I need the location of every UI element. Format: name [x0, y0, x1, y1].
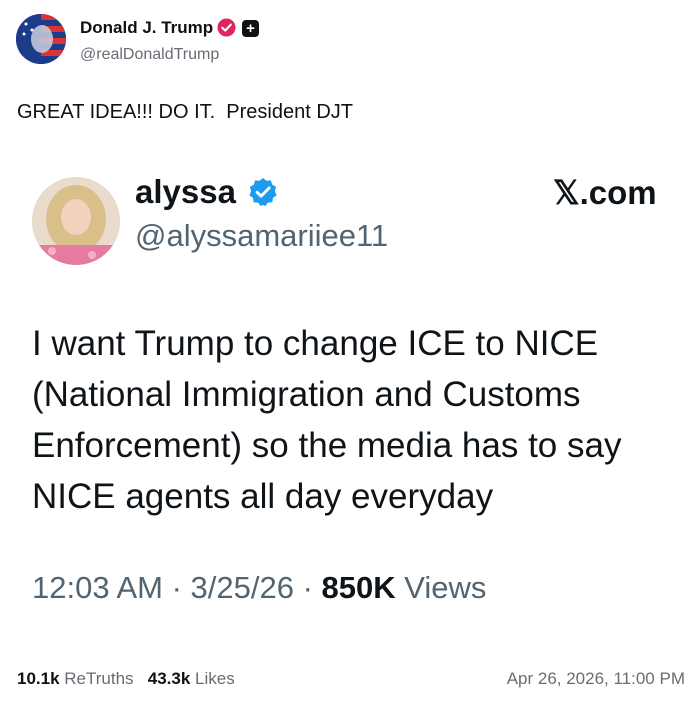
verified-badge-icon — [217, 18, 236, 37]
plus-badge-icon: + — [242, 20, 259, 37]
tweet-views-label: Views — [404, 570, 487, 605]
tweet-views-count: 850K — [321, 570, 396, 605]
post-date[interactable]: Apr 26, 2026, 11:00 PM — [507, 669, 685, 689]
tweet-meta: 12:03 AM · 3/25/26 · 850K Views — [32, 570, 486, 606]
retruths-count[interactable]: 10.1k — [17, 669, 60, 688]
tweet-author-avatar — [32, 177, 120, 265]
blue-verified-check-icon — [247, 176, 279, 208]
meta-separator: · — [302, 570, 322, 605]
x-site-label: 𝕏.com — [553, 174, 657, 211]
post-stats: 10.1k ReTruths 43.3k Likes — [17, 669, 235, 689]
tweet-author-handle: @alyssamariiee11 — [135, 218, 389, 253]
retruths-label[interactable]: ReTruths — [64, 669, 133, 688]
post-text: GREAT IDEA!!! DO IT. President DJT — [17, 101, 354, 123]
likes-count[interactable]: 43.3k — [148, 669, 191, 688]
likes-label[interactable]: Likes — [195, 669, 235, 688]
tweet-time: 12:03 AM — [32, 570, 163, 605]
author-avatar[interactable] — [16, 14, 66, 64]
tweet-body: I want Trump to change ICE to NICE (Nati… — [32, 324, 622, 516]
tweet-author-name: alyssa — [135, 173, 236, 210]
meta-separator: · — [171, 570, 191, 605]
tweet-date: 3/25/26 — [190, 570, 294, 605]
author-name[interactable]: Donald J. Trump — [80, 18, 213, 38]
author-handle[interactable]: @realDonaldTrump — [80, 46, 219, 64]
